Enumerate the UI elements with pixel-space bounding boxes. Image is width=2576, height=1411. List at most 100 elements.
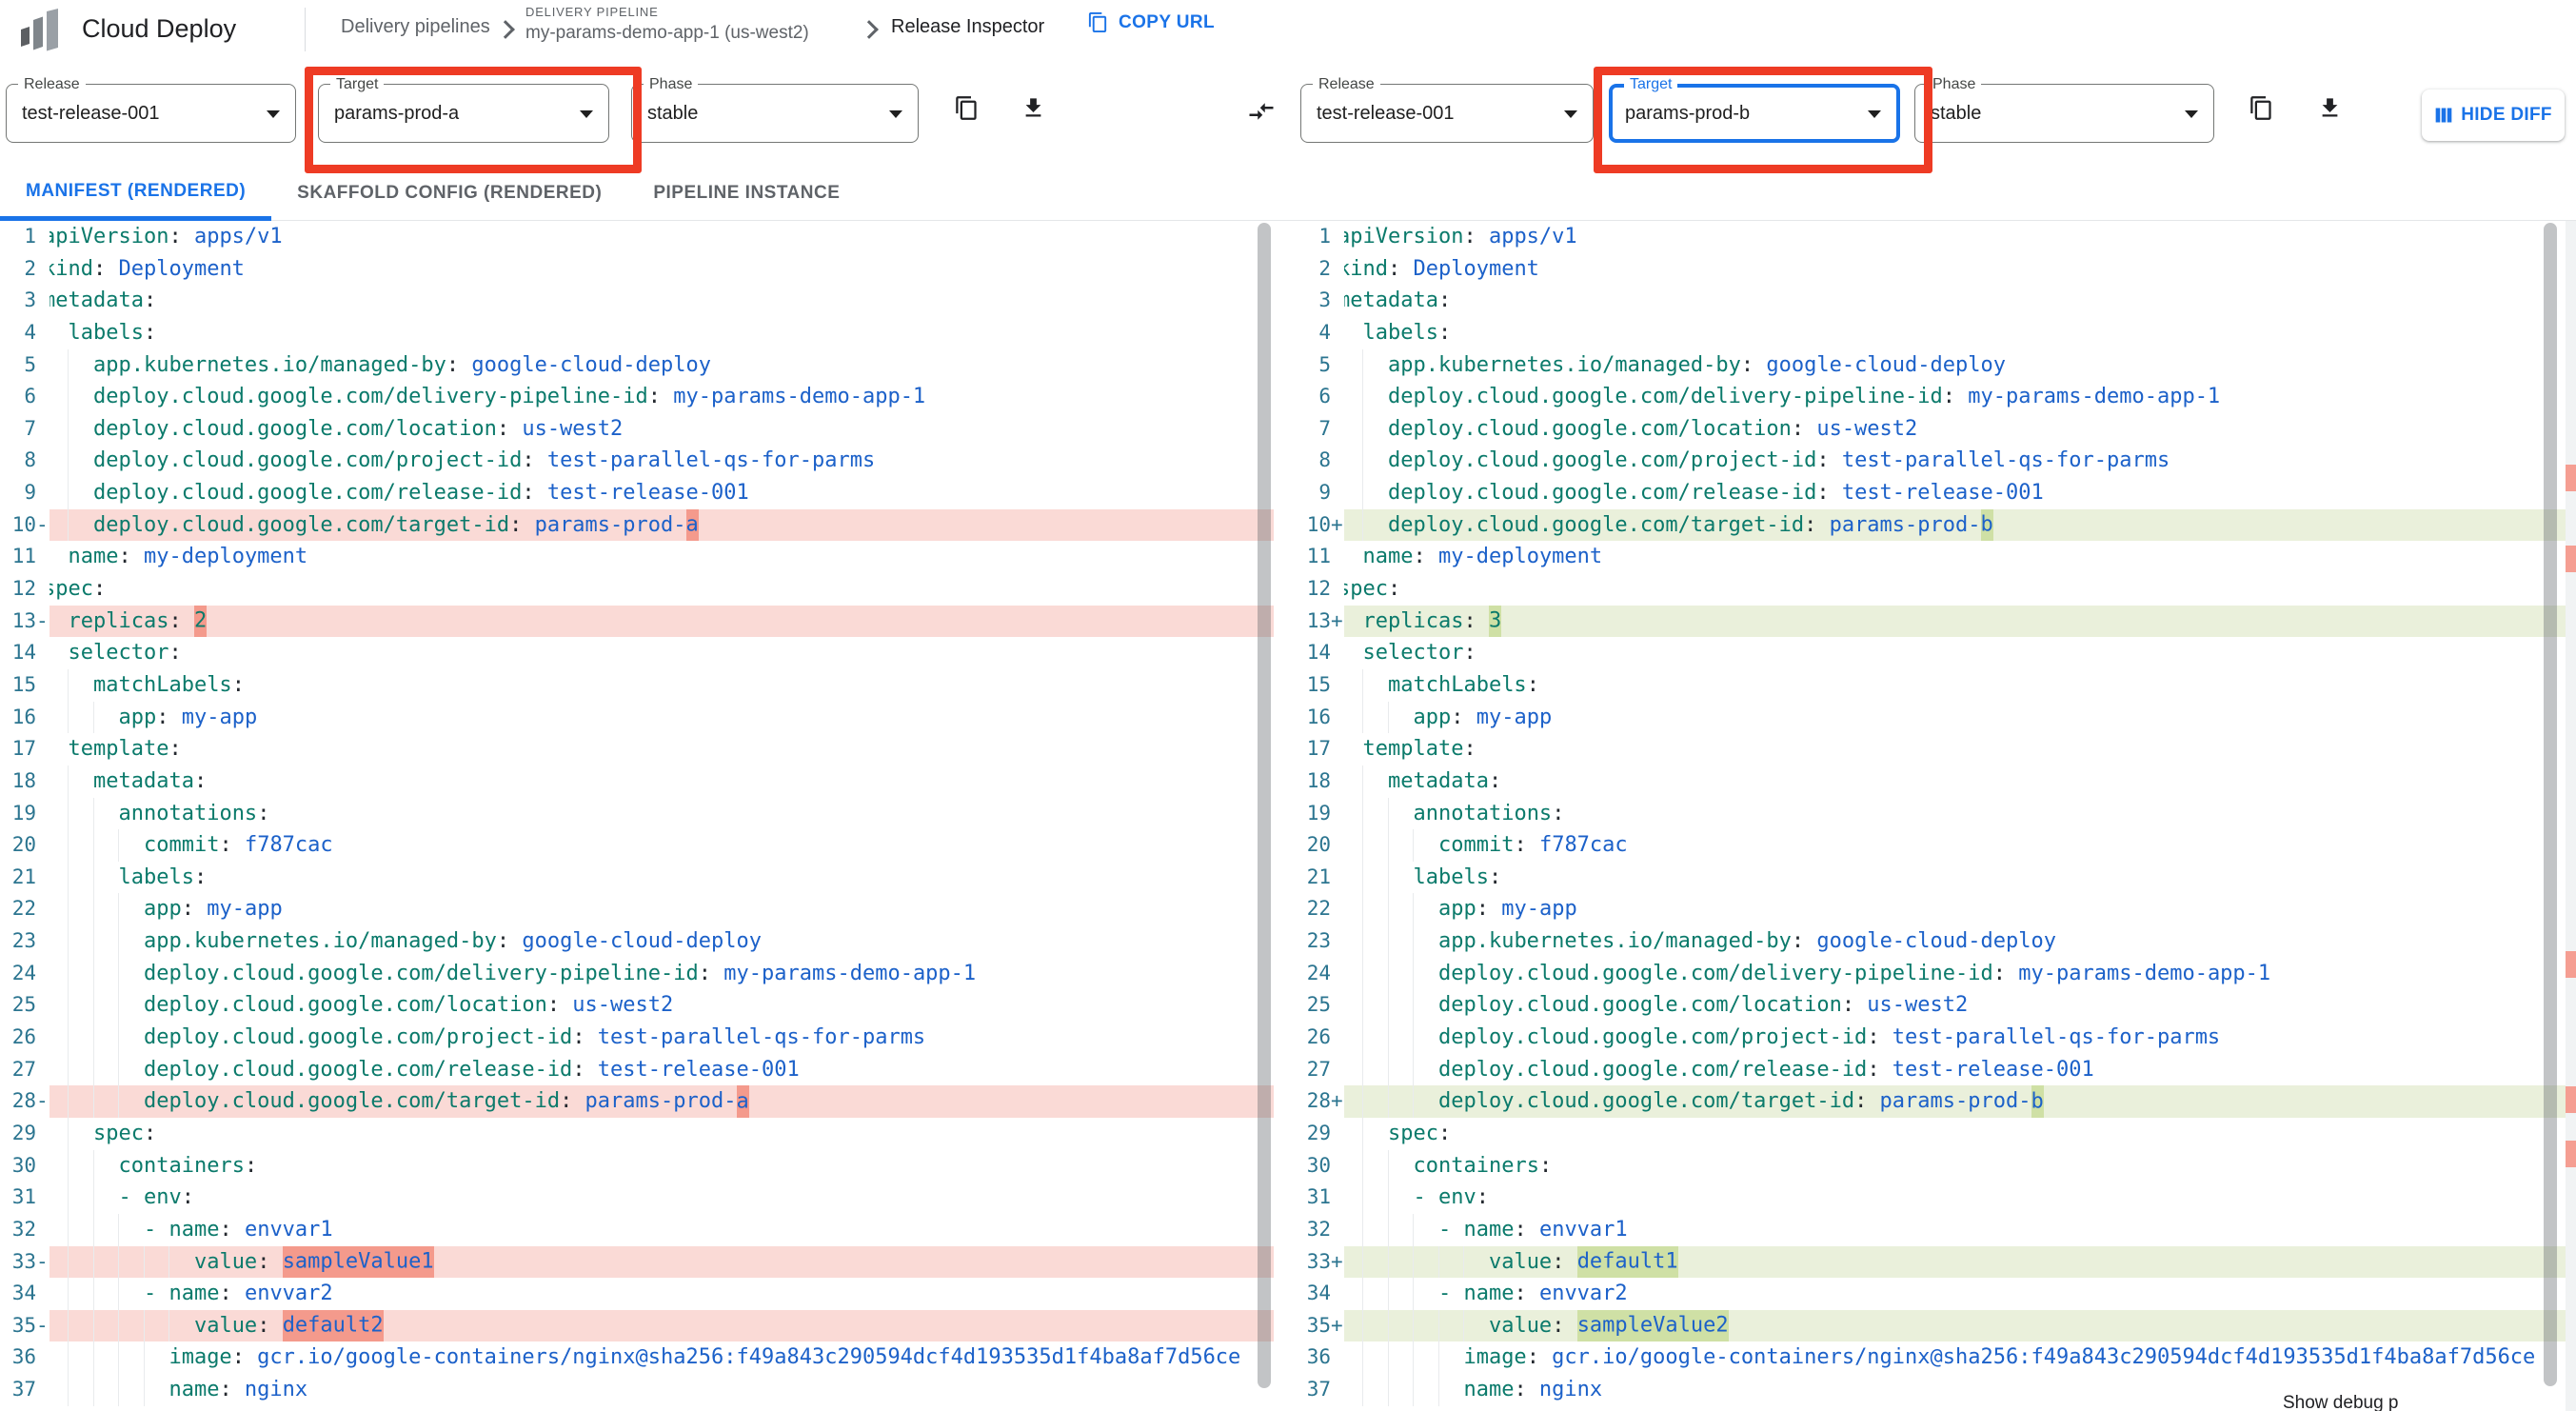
pipeline-name: my-params-demo-app-1 (us-west2) xyxy=(525,23,809,43)
diff-row: 9 deploy.cloud.google.com/release-id: te… xyxy=(1283,477,2566,509)
diff-row: 24 deploy.cloud.google.com/delivery-pipe… xyxy=(1283,957,2566,990)
diff-row: 33 + value: default1 xyxy=(1283,1245,2566,1279)
manifest-panel-right: 1 apiVersion: apps/v1 2 kind: Deployment 3 me… xyxy=(1283,221,2566,1411)
diff-row: 8 deploy.cloud.google.com/project-id: te… xyxy=(1283,445,2566,478)
diff-row: 37 name: nginx xyxy=(0,1374,1274,1406)
hide-diff-button[interactable]: HIDE DIFF xyxy=(2422,89,2565,141)
dropdown-arrow-icon xyxy=(2185,110,2198,118)
chevron-right-icon xyxy=(496,20,515,39)
scrollbar-thumb-left[interactable] xyxy=(1258,223,1271,1388)
diff-row: 1 apiVersion: apps/v1 xyxy=(0,221,1274,253)
tab-bar: MANIFEST (RENDERED) SKAFFOLD CONFIG (REN… xyxy=(0,166,2576,221)
diff-row: 12 spec: xyxy=(1283,573,2566,606)
diff-overview-ruler[interactable] xyxy=(2566,221,2576,1411)
diff-row: 7 deploy.cloud.google.com/location: us-w… xyxy=(0,412,1274,446)
download-manifest-button-right[interactable] xyxy=(2317,95,2343,126)
diff-change-marker xyxy=(2566,1140,2576,1167)
compare-arrows-icon xyxy=(1249,103,1274,120)
diff-row: 36 image: gcr.io/google-containers/nginx… xyxy=(0,1341,1274,1375)
diff-change-marker xyxy=(2566,464,2576,491)
diff-row: 16 app: my-app xyxy=(1283,701,2566,734)
diff-row: 11 name: my-deployment xyxy=(0,541,1274,574)
manifest-panel-left: 1 apiVersion: apps/v1 2 kind: Deployment 3 me… xyxy=(0,221,1274,1411)
diff-row: 17 template: xyxy=(0,733,1274,765)
diff-row: 26 deploy.cloud.google.com/project-id: t… xyxy=(0,1022,1274,1054)
download-icon xyxy=(1025,98,1041,117)
header-divider xyxy=(305,8,306,51)
diff-row: 29 spec: xyxy=(0,1117,1274,1150)
diff-row: 17 template: xyxy=(1283,733,2566,765)
diff-row: 2 kind: Deployment xyxy=(0,252,1274,286)
diff-row: 38 xyxy=(0,1405,1274,1411)
release-select-left[interactable]: Release test-release-001 xyxy=(6,76,296,143)
phase-select-right[interactable]: Phase stable xyxy=(1914,76,2214,143)
app-header: Cloud Deploy Delivery pipelines DELIVERY… xyxy=(0,0,2576,60)
tab-pipeline-instance[interactable]: PIPELINE INSTANCE xyxy=(627,166,865,221)
diff-row: 28 + deploy.cloud.google.com/target-id: p… xyxy=(1283,1085,2566,1118)
tab-skaffold-config-rendered[interactable]: SKAFFOLD CONFIG (RENDERED) xyxy=(271,166,627,221)
diff-row: 27 deploy.cloud.google.com/release-id: t… xyxy=(1283,1053,2566,1086)
diff-row: 25 deploy.cloud.google.com/location: us-… xyxy=(1283,989,2566,1023)
dropdown-arrow-icon xyxy=(1868,110,1881,118)
diff-row: 34 - name: envvar2 xyxy=(0,1278,1274,1310)
diff-row: 22 app: my-app xyxy=(1283,893,2566,926)
breadcrumb-release-inspector: Release Inspector xyxy=(891,16,1045,37)
phase-select-left[interactable]: Phase stable xyxy=(631,76,919,143)
chevron-right-icon xyxy=(860,20,879,39)
copy-manifest-button-right[interactable] xyxy=(2249,95,2274,126)
breadcrumb-pipeline: DELIVERY PIPELINE my-params-demo-app-1 (… xyxy=(525,6,809,42)
diff-row: 14 selector: xyxy=(0,637,1274,669)
diff-row: 5 app.kubernetes.io/managed-by: google-c… xyxy=(0,348,1274,382)
diff-row: 35 + value: sampleValue2 xyxy=(1283,1309,2566,1342)
tab-manifest-rendered[interactable]: MANIFEST (RENDERED) xyxy=(0,166,272,221)
diff-row: 21 labels: xyxy=(0,861,1274,894)
diff-row: 3 metadata: xyxy=(1283,285,2566,317)
diff-row: 4 labels: xyxy=(1283,316,2566,349)
diff-row: 13- replicas: 2 xyxy=(0,605,1274,638)
diff-row: 10- deploy.cloud.google.com/target-id: p… xyxy=(0,508,1274,542)
diff-row: 5 app.kubernetes.io/managed-by: google-c… xyxy=(1283,348,2566,382)
dropdown-arrow-icon xyxy=(267,110,280,118)
dropdown-arrow-icon xyxy=(889,110,902,118)
diff-row: 6 deploy.cloud.google.com/delivery-pipel… xyxy=(0,381,1274,413)
diff-row: 14 selector: xyxy=(1283,637,2566,669)
diff-change-marker xyxy=(2566,545,2576,572)
diff-row: 2 kind: Deployment xyxy=(1283,252,2566,286)
scrollbar-thumb-right[interactable] xyxy=(2544,223,2557,1386)
diff-row: 11 name: my-deployment xyxy=(1283,541,2566,574)
diff-row: 25 deploy.cloud.google.com/location: us-… xyxy=(0,989,1274,1023)
release-select-right[interactable]: Release test-release-001 xyxy=(1300,76,1594,143)
columns-icon xyxy=(2435,108,2452,123)
diff-change-marker xyxy=(2566,1086,2576,1114)
diff-row: 30 containers: xyxy=(1283,1149,2566,1182)
cloud-deploy-logo-icon xyxy=(17,9,67,57)
diff-row: 7 deploy.cloud.google.com/location: us-w… xyxy=(1283,412,2566,446)
target-select-left[interactable]: Target params-prod-a xyxy=(318,76,609,143)
diff-row: 18 metadata: xyxy=(0,765,1274,798)
copy-manifest-button-left[interactable] xyxy=(954,95,980,126)
diff-row: 4 labels: xyxy=(0,316,1274,349)
download-manifest-button-left[interactable] xyxy=(1020,95,1046,126)
diff-row: 30 containers: xyxy=(0,1149,1274,1182)
product-title: Cloud Deploy xyxy=(82,14,237,43)
diff-row: 31 - env: xyxy=(1283,1182,2566,1214)
breadcrumb-delivery-pipelines[interactable]: Delivery pipelines xyxy=(341,16,490,38)
diff-row: 20 commit: f787cac xyxy=(0,829,1274,862)
release-inspector-page: Cloud Deploy Delivery pipelines DELIVERY… xyxy=(0,0,2576,1411)
dropdown-arrow-icon xyxy=(1564,110,1577,118)
dropdown-arrow-icon xyxy=(580,110,593,118)
diff-row: 6 deploy.cloud.google.com/delivery-pipel… xyxy=(1283,381,2566,413)
copy-icon xyxy=(2250,96,2271,120)
diff-row: 23 app.kubernetes.io/managed-by: google-… xyxy=(1283,925,2566,958)
diff-row: 29 spec: xyxy=(1283,1117,2566,1150)
target-select-right[interactable]: Target params-prod-b xyxy=(1609,76,1900,143)
diff-row: 10 + deploy.cloud.google.com/target-id: p… xyxy=(1283,508,2566,542)
diff-toolbar: Release test-release-001 Target params-p… xyxy=(0,59,2576,173)
show-debug-panel-toggle[interactable]: Show debug p xyxy=(2283,1393,2399,1411)
copy-url-button[interactable]: COPY URL xyxy=(1087,11,1215,33)
diff-row: 28- deploy.cloud.google.com/target-id: p… xyxy=(0,1085,1274,1118)
swap-targets-button[interactable] xyxy=(1247,97,1276,130)
diff-row: 8 deploy.cloud.google.com/project-id: te… xyxy=(0,445,1274,478)
diff-row: 34 - name: envvar2 xyxy=(1283,1278,2566,1310)
diff-row: 32 - name: envvar1 xyxy=(1283,1213,2566,1246)
